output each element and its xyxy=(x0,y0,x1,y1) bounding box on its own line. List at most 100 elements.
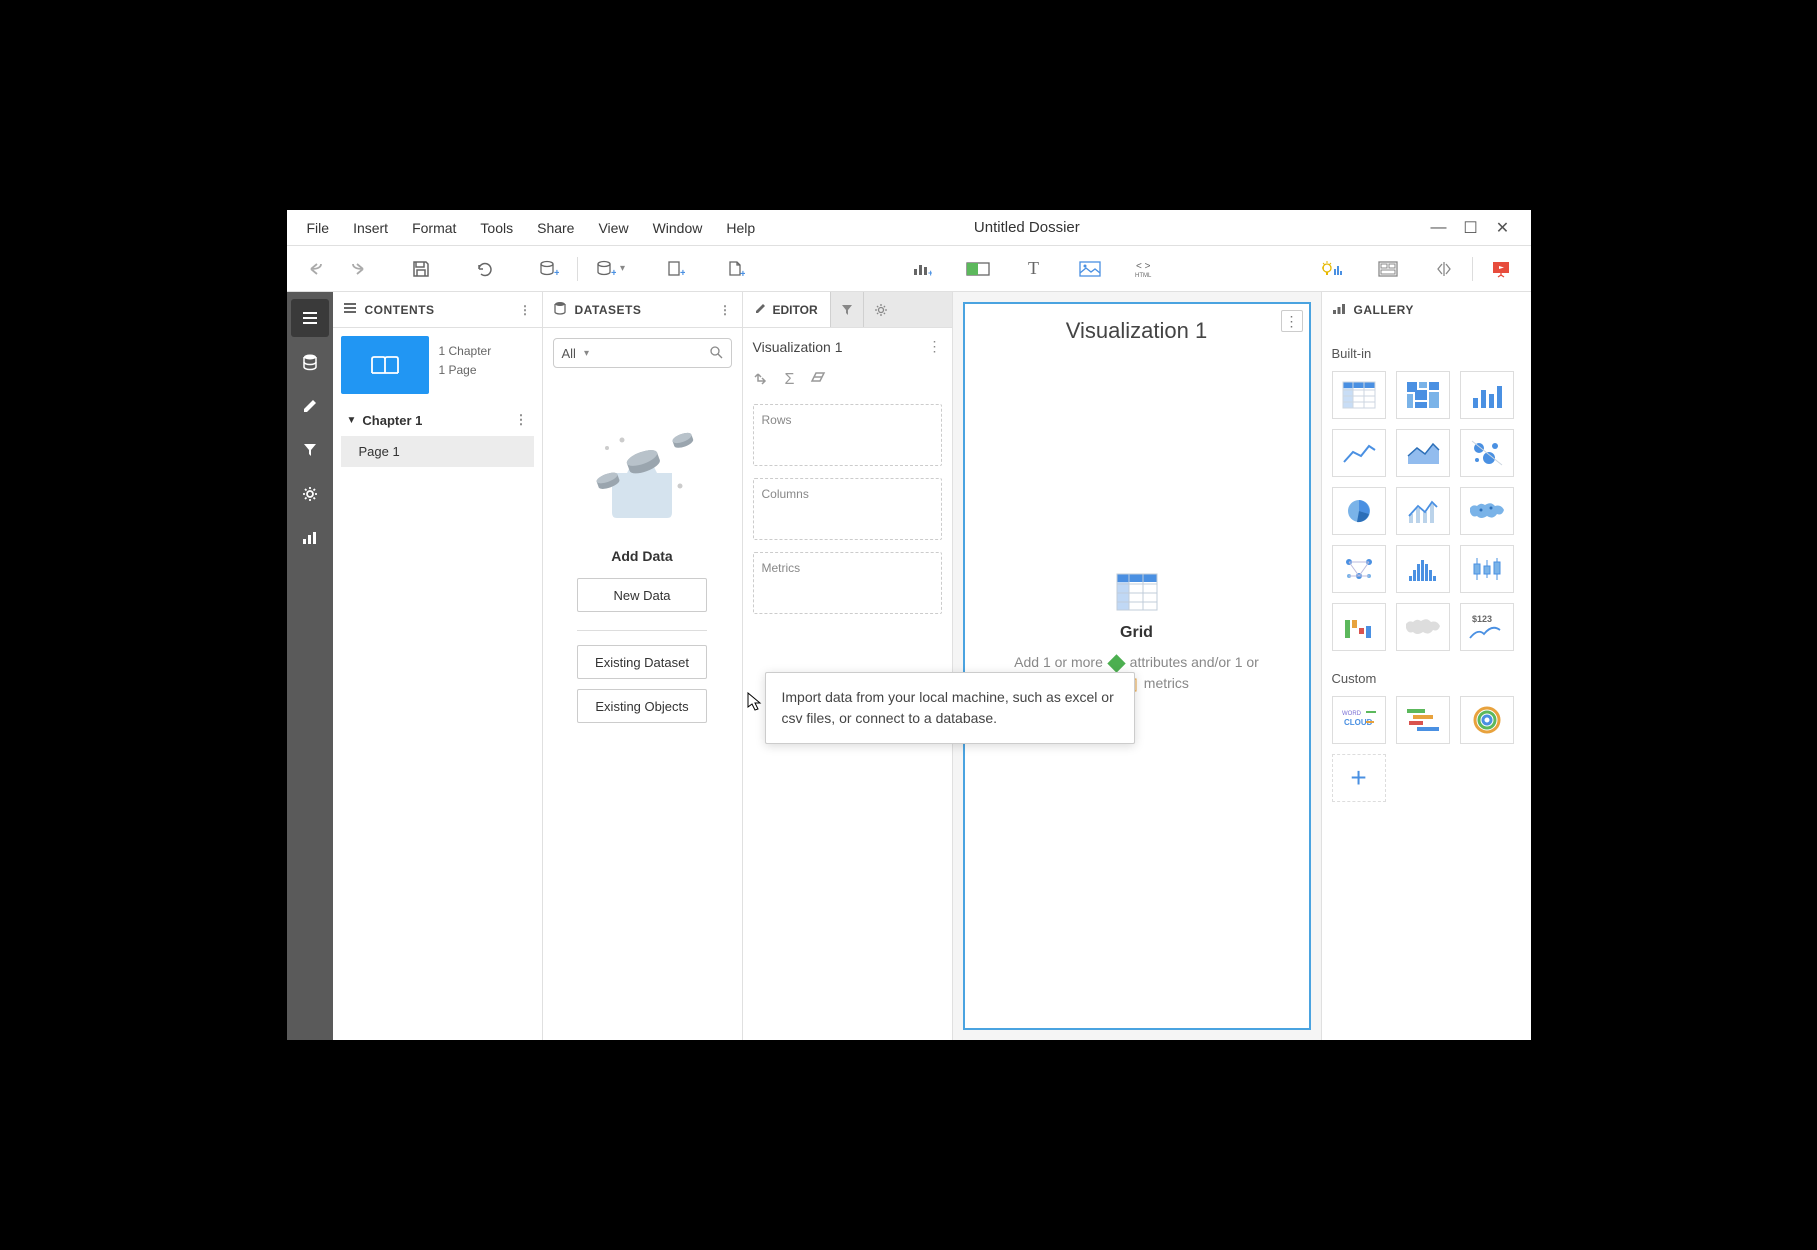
gallery-ring-viz[interactable] xyxy=(1460,696,1514,744)
chapter-more-button[interactable]: ⋮ xyxy=(515,412,528,428)
swap-icon[interactable] xyxy=(753,371,769,392)
collapse-panels-button[interactable] xyxy=(1426,251,1462,287)
chapter-row[interactable]: ▼ Chapter 1 ⋮ xyxy=(341,404,534,436)
gallery-custom-label: Custom xyxy=(1332,671,1521,686)
gallery-wordcloud-viz[interactable]: WORDCLOUD xyxy=(1332,696,1386,744)
gallery-area-viz[interactable] xyxy=(1396,429,1450,477)
editor-tabs: EDITOR xyxy=(743,292,952,328)
svg-text:+: + xyxy=(680,268,685,278)
gallery-network-viz[interactable] xyxy=(1332,545,1386,593)
menu-format[interactable]: Format xyxy=(400,214,468,242)
gallery-builtin-grid: $123 xyxy=(1332,371,1521,651)
maximize-button[interactable]: ☐ xyxy=(1459,216,1483,240)
new-page-button[interactable]: + xyxy=(718,251,754,287)
grid-icon xyxy=(1115,572,1159,612)
divider xyxy=(577,630,707,631)
viz-menu-button[interactable]: ⋮ xyxy=(1281,310,1303,332)
svg-text:+: + xyxy=(611,268,616,278)
gallery-histogram-viz[interactable] xyxy=(1396,545,1450,593)
columns-dropzone[interactable]: Columns xyxy=(753,478,942,540)
editor-tab-main[interactable]: EDITOR xyxy=(743,292,831,327)
datasets-filter-dropdown[interactable]: All ▾ xyxy=(553,338,732,368)
insert-chart-button[interactable]: + xyxy=(904,251,940,287)
insert-text-button[interactable]: T xyxy=(1016,251,1052,287)
database-icon xyxy=(553,301,567,318)
gallery-geomap-viz[interactable] xyxy=(1460,487,1514,535)
insert-image-button[interactable] xyxy=(1072,251,1108,287)
editor-viz-name: Visualization 1 ⋮ xyxy=(753,338,942,355)
pencil-icon xyxy=(755,302,767,317)
gallery-waterfall-viz[interactable] xyxy=(1332,603,1386,651)
gallery-esri-viz[interactable] xyxy=(1396,603,1450,651)
gallery-line-viz[interactable] xyxy=(1332,429,1386,477)
editor-tab-filter[interactable] xyxy=(831,292,864,327)
existing-objects-button[interactable]: Existing Objects xyxy=(577,689,707,723)
new-data-button[interactable]: New Data xyxy=(577,578,707,612)
insights-button[interactable] xyxy=(1314,251,1350,287)
gallery-heatmap-viz[interactable] xyxy=(1396,371,1450,419)
editor-tab-format[interactable] xyxy=(864,292,898,327)
sigma-icon[interactable]: Σ xyxy=(785,371,795,392)
eraser-icon[interactable] xyxy=(810,371,826,392)
refresh-button[interactable] xyxy=(467,251,503,287)
editor-viz-more-button[interactable]: ⋮ xyxy=(928,338,942,355)
gallery-add-custom-button[interactable]: + xyxy=(1332,754,1386,802)
nav-filter-button[interactable] xyxy=(291,431,329,469)
menu-tools[interactable]: Tools xyxy=(468,214,525,242)
gallery-bar-viz[interactable] xyxy=(1460,371,1514,419)
visualization-container[interactable]: ⋮ Visualization 1 Grid Add xyxy=(963,302,1311,1030)
redo-button[interactable] xyxy=(339,251,375,287)
gallery-pie-viz[interactable] xyxy=(1332,487,1386,535)
nav-settings-button[interactable] xyxy=(291,475,329,513)
contents-more-button[interactable]: ⋮ xyxy=(519,303,532,317)
gallery-icon xyxy=(1332,303,1346,318)
gallery-bubble-viz[interactable] xyxy=(1460,429,1514,477)
datasets-header-label: DATASETS xyxy=(575,303,642,317)
toolbar-sep xyxy=(577,257,578,281)
menu-insert[interactable]: Insert xyxy=(341,214,400,242)
editor-panel: EDITOR Visualization 1 ⋮ Σ Rows Columns … xyxy=(743,292,953,1040)
gallery-combo-viz[interactable] xyxy=(1396,487,1450,535)
nav-editor-button[interactable] xyxy=(291,387,329,425)
gallery-grid-viz[interactable] xyxy=(1332,371,1386,419)
undo-button[interactable] xyxy=(299,251,335,287)
chapter-summary-text: 1 Chapter 1 Page xyxy=(439,336,492,380)
datasets-empty-illustration xyxy=(572,418,712,528)
gallery-gantt-viz[interactable] xyxy=(1396,696,1450,744)
insert-panel-button[interactable] xyxy=(960,251,996,287)
window-controls: — ☐ ✕ xyxy=(1427,216,1523,240)
presentation-button[interactable] xyxy=(1483,251,1519,287)
new-chapter-button[interactable]: + xyxy=(658,251,694,287)
nav-gallery-button[interactable] xyxy=(291,519,329,557)
toolbar: + +▾ + + + T < >HTML xyxy=(287,246,1531,292)
nav-datasets-button[interactable] xyxy=(291,343,329,381)
chapter-thumbnail[interactable] xyxy=(341,336,429,394)
menu-file[interactable]: File xyxy=(295,214,342,242)
gallery-header: GALLERY xyxy=(1322,292,1531,328)
svg-text:< >: < > xyxy=(1136,261,1151,272)
contents-icon xyxy=(343,301,357,318)
rows-dropzone[interactable]: Rows xyxy=(753,404,942,466)
datasets-header: DATASETS ⋮ xyxy=(543,292,742,328)
close-button[interactable]: ✕ xyxy=(1491,216,1515,240)
gallery-header-label: GALLERY xyxy=(1354,303,1414,317)
minimize-button[interactable]: — xyxy=(1427,216,1451,240)
gallery-builtin-label: Built-in xyxy=(1332,346,1521,361)
datasets-more-button[interactable]: ⋮ xyxy=(719,303,732,317)
existing-dataset-button[interactable]: Existing Dataset xyxy=(577,645,707,679)
menu-share[interactable]: Share xyxy=(525,214,586,242)
data-dropdown-button[interactable]: +▾ xyxy=(588,251,634,287)
responsive-button[interactable] xyxy=(1370,251,1406,287)
nav-contents-button[interactable] xyxy=(291,299,329,337)
gallery-custom-grid: WORDCLOUD + xyxy=(1332,696,1521,802)
page-row[interactable]: Page 1 xyxy=(341,436,534,467)
attribute-icon xyxy=(1107,654,1125,672)
metrics-dropzone[interactable]: Metrics xyxy=(753,552,942,614)
gallery-boxplot-viz[interactable] xyxy=(1460,545,1514,593)
search-icon[interactable] xyxy=(709,345,723,362)
save-button[interactable] xyxy=(403,251,439,287)
add-data-button[interactable]: + xyxy=(531,251,567,287)
gallery-kpi-viz[interactable]: $123 xyxy=(1460,603,1514,651)
insert-html-button[interactable]: < >HTML xyxy=(1128,251,1164,287)
viz-title: Visualization 1 xyxy=(1066,304,1207,352)
